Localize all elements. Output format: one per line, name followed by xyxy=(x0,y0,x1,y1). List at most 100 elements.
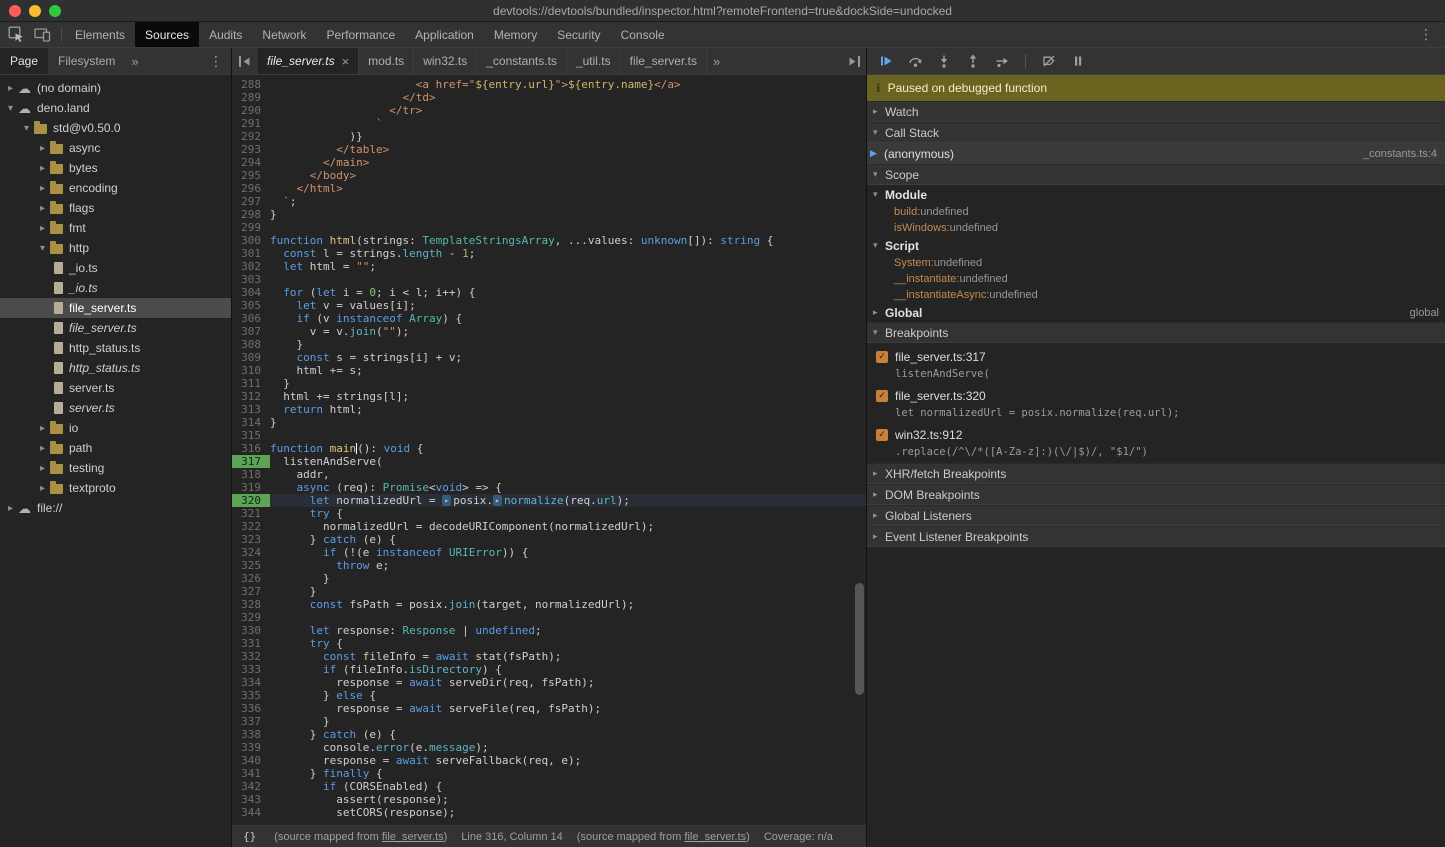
code-text[interactable]: response = await serveDir(req, fsPath); xyxy=(270,676,866,689)
scope-script[interactable]: ▾Script xyxy=(867,236,1445,255)
editor-tab-mod-ts[interactable]: mod.ts xyxy=(359,48,414,74)
tree-item-async[interactable]: ▸async xyxy=(0,138,231,158)
line-number[interactable]: 301 xyxy=(232,247,270,260)
line-number[interactable]: 328 xyxy=(232,598,270,611)
code-text[interactable]: } else { xyxy=(270,689,866,702)
line-number[interactable]: 306 xyxy=(232,312,270,325)
line-number[interactable]: 308 xyxy=(232,338,270,351)
code-text[interactable]: response = await serveFile(req, fsPath); xyxy=(270,702,866,715)
code-text[interactable]: let html = ""; xyxy=(270,260,866,273)
disclosure-triangle-icon[interactable]: ▸ xyxy=(36,463,49,474)
line-number[interactable]: 323 xyxy=(232,533,270,546)
line-number[interactable]: 293 xyxy=(232,143,270,156)
line-number-breakpoint[interactable]: 320 xyxy=(232,494,270,507)
line-number[interactable]: 289 xyxy=(232,91,270,104)
line-number[interactable]: 311 xyxy=(232,377,270,390)
line-number[interactable]: 329 xyxy=(232,611,270,624)
code-text[interactable] xyxy=(270,429,866,442)
tab-security[interactable]: Security xyxy=(547,22,610,47)
tree-item-path[interactable]: ▸path xyxy=(0,438,231,458)
code-text[interactable]: normalizedUrl = decodeURIComponent(norma… xyxy=(270,520,866,533)
line-number[interactable]: 342 xyxy=(232,780,270,793)
code-text[interactable]: throw e; xyxy=(270,559,866,572)
step-out-icon[interactable] xyxy=(962,50,984,72)
editor-tab-file-server-ts[interactable]: file_server.ts xyxy=(621,48,707,74)
nav-tab-filesystem[interactable]: Filesystem xyxy=(48,48,125,74)
code-text[interactable] xyxy=(270,273,866,286)
tree-item-http[interactable]: ▾http xyxy=(0,238,231,258)
editor-tabs-overflow-icon[interactable]: » xyxy=(707,48,726,74)
code-text[interactable]: addr, xyxy=(270,468,866,481)
code-text[interactable]: } xyxy=(270,338,866,351)
line-number[interactable]: 298 xyxy=(232,208,270,221)
pause-on-exceptions-icon[interactable] xyxy=(1067,50,1089,72)
section-call-stack[interactable]: ▾Call Stack xyxy=(867,122,1445,143)
code-text[interactable]: } xyxy=(270,715,866,728)
line-number[interactable]: 315 xyxy=(232,429,270,442)
code-text[interactable]: let v = values[i]; xyxy=(270,299,866,312)
tree-item-file-server-ts[interactable]: file_server.ts xyxy=(0,318,231,338)
code-text[interactable]: ` xyxy=(270,117,866,130)
code-text[interactable]: </tr> xyxy=(270,104,866,117)
breakpoint-snippet[interactable]: listenAndServe( xyxy=(867,366,1445,382)
tree-item-file-server-ts[interactable]: file_server.ts xyxy=(0,298,231,318)
tree-item-http-status-ts[interactable]: http_status.ts xyxy=(0,358,231,378)
editor-tab-constants-ts[interactable]: _constants.ts xyxy=(477,48,567,74)
tab-network[interactable]: Network xyxy=(252,22,316,47)
source-map-link-2[interactable]: file_server.ts xyxy=(684,831,746,843)
tab-application[interactable]: Application xyxy=(405,22,484,47)
nav-tab-page[interactable]: Page xyxy=(0,48,48,74)
line-number[interactable]: 333 xyxy=(232,663,270,676)
code-text[interactable]: html += strings[l]; xyxy=(270,390,866,403)
tree-item-server-ts[interactable]: server.ts xyxy=(0,398,231,418)
tree-item-std-v0-50-0[interactable]: ▾std@v0.50.0 xyxy=(0,118,231,138)
collapse-navigator-icon[interactable] xyxy=(232,48,258,74)
collapse-debugger-icon[interactable] xyxy=(840,48,866,74)
line-number[interactable]: 338 xyxy=(232,728,270,741)
line-number[interactable]: 302 xyxy=(232,260,270,273)
editor-scrollbar-thumb[interactable] xyxy=(855,583,864,695)
code-area[interactable]: 288 <a href="${entry.url}">${entry.name}… xyxy=(232,75,866,825)
code-text[interactable]: listenAndServe( xyxy=(270,455,866,468)
navigator-menu-kebab-icon[interactable]: ⋮ xyxy=(201,48,231,74)
section-breakpoints[interactable]: ▾Breakpoints xyxy=(867,322,1445,343)
line-number[interactable]: 312 xyxy=(232,390,270,403)
code-text[interactable]: v = v.join(""); xyxy=(270,325,866,338)
line-number[interactable]: 313 xyxy=(232,403,270,416)
line-number[interactable]: 330 xyxy=(232,624,270,637)
line-number[interactable]: 336 xyxy=(232,702,270,715)
tree-item-no-domain[interactable]: ▸☁(no domain) xyxy=(0,78,231,98)
code-text[interactable]: if (fileInfo.isDirectory) { xyxy=(270,663,866,676)
line-number[interactable]: 325 xyxy=(232,559,270,572)
code-text[interactable]: console.error(e.message); xyxy=(270,741,866,754)
tab-performance[interactable]: Performance xyxy=(316,22,405,47)
tree-item-fmt[interactable]: ▸fmt xyxy=(0,218,231,238)
code-text[interactable]: const s = strings[i] + v; xyxy=(270,351,866,364)
line-number[interactable]: 304 xyxy=(232,286,270,299)
code-text[interactable]: </table> xyxy=(270,143,866,156)
code-text[interactable]: setCORS(response); xyxy=(270,806,866,819)
breakpoint-checkbox[interactable]: ✓ xyxy=(876,351,888,363)
code-text[interactable]: if (!(e instanceof URIError)) { xyxy=(270,546,866,559)
code-text[interactable]: const fileInfo = await stat(fsPath); xyxy=(270,650,866,663)
tree-item-testing[interactable]: ▸testing xyxy=(0,458,231,478)
code-text[interactable]: try { xyxy=(270,507,866,520)
tree-item-http-status-ts[interactable]: http_status.ts xyxy=(0,338,231,358)
code-text[interactable]: } xyxy=(270,377,866,390)
line-number[interactable]: 324 xyxy=(232,546,270,559)
line-number[interactable]: 319 xyxy=(232,481,270,494)
line-number[interactable]: 296 xyxy=(232,182,270,195)
tab-memory[interactable]: Memory xyxy=(484,22,547,47)
scope-property[interactable]: isWindows: undefined xyxy=(867,220,1445,236)
scope-module[interactable]: ▾Module xyxy=(867,185,1445,204)
line-number[interactable]: 335 xyxy=(232,689,270,702)
code-text[interactable]: function html(strings: TemplateStringsAr… xyxy=(270,234,866,247)
disclosure-triangle-icon[interactable]: ▸ xyxy=(36,143,49,154)
line-number[interactable]: 326 xyxy=(232,572,270,585)
disclosure-triangle-icon[interactable]: ▸ xyxy=(36,163,49,174)
line-number[interactable]: 309 xyxy=(232,351,270,364)
close-window-button[interactable] xyxy=(9,5,21,17)
deactivate-breakpoints-icon[interactable] xyxy=(1038,50,1060,72)
step-over-icon[interactable] xyxy=(904,50,926,72)
line-number[interactable]: 294 xyxy=(232,156,270,169)
